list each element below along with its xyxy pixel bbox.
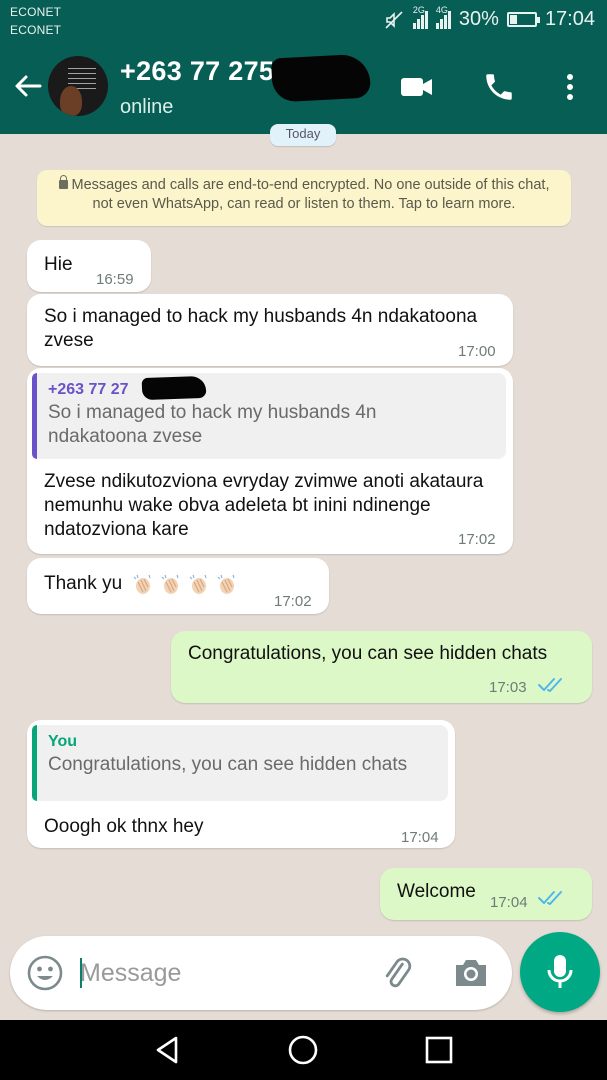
nav-back-icon[interactable] <box>152 1034 184 1066</box>
message-time: 17:00 <box>458 343 496 360</box>
quote-author: +263 77 27 <box>48 381 129 398</box>
read-receipt-icon <box>538 678 562 692</box>
message-text: Hie <box>44 254 73 275</box>
message-text: Thank yu <box>44 573 123 595</box>
microphone-icon <box>547 955 573 988</box>
clock: 17:04 <box>544 8 595 30</box>
message-bubble[interactable]: Thank yu 17:02 <box>27 558 329 614</box>
chat-header: +263 77 275 online <box>0 42 607 134</box>
quote-text: So i managed to hack my husbands 4n ndak… <box>48 402 377 447</box>
message-text: Welcome <box>397 881 476 902</box>
signal-icon-2: 4G <box>435 5 451 29</box>
signal-icon-1: 2G <box>412 5 428 29</box>
redaction-mark <box>141 375 207 401</box>
text-cursor <box>80 958 82 988</box>
message-composer <box>10 936 512 1010</box>
clapping-hands-icon <box>134 574 152 594</box>
contact-name[interactable]: +263 77 275 <box>120 56 274 87</box>
message-input[interactable] <box>80 952 370 994</box>
nav-home-icon[interactable] <box>287 1034 319 1066</box>
clapping-hands-icon <box>162 574 180 594</box>
back-arrow-icon[interactable] <box>12 70 44 102</box>
battery-percent: 30% <box>458 8 499 30</box>
quote-text: Congratulations, you can see hidden chat… <box>48 754 408 775</box>
video-call-icon[interactable] <box>398 70 436 102</box>
battery-icon <box>506 12 540 27</box>
message-bubble[interactable]: So i managed to hack my husbands 4n ndak… <box>27 294 513 366</box>
message-time: 17:02 <box>274 593 312 610</box>
message-time: 17:04 <box>401 829 439 846</box>
message-bubble[interactable]: +263 77 27 So i managed to hack my husba… <box>27 368 513 554</box>
message-bubble[interactable]: Welcome 17:04 <box>380 868 592 920</box>
message-text: So i managed to hack my husbands 4n ndak… <box>44 306 478 351</box>
emoji-icon[interactable] <box>26 954 64 992</box>
attach-icon[interactable] <box>380 956 416 992</box>
contact-status: online <box>120 96 174 118</box>
message-text: Congratulations, you can see hidden chat… <box>188 643 548 664</box>
redaction-mark <box>270 53 372 103</box>
clapping-hands-icon <box>190 574 208 594</box>
message-text-row: Thank yu <box>44 572 239 596</box>
mute-icon <box>385 10 403 29</box>
encryption-notice[interactable]: Messages and calls are end-to-end encryp… <box>37 170 571 226</box>
message-time: 16:59 <box>96 271 134 288</box>
date-chip: Today <box>270 124 336 146</box>
message-text: Ooogh ok thnx hey <box>44 816 204 837</box>
voice-record-button[interactable] <box>520 932 600 1012</box>
nav-recents-icon[interactable] <box>424 1034 454 1066</box>
quoted-message[interactable]: You Congratulations, you can see hidden … <box>32 725 448 801</box>
carrier-label-1: ECONET <box>10 5 62 19</box>
message-time: 17:03 <box>489 679 527 696</box>
system-navigation-bar <box>0 1020 607 1080</box>
message-time: 17:02 <box>458 531 496 548</box>
status-bar: ECONET ECONET 2G 4G 30% 17:04 <box>0 0 607 42</box>
quote-author: You <box>48 733 78 750</box>
clapping-hands-icon <box>218 574 236 594</box>
carrier-label-2: ECONET <box>10 23 62 37</box>
status-indicators: 2G 4G 30% 17:04 <box>383 5 595 31</box>
message-bubble[interactable]: Hie 16:59 <box>27 240 151 292</box>
encryption-text: Messages and calls are end-to-end encryp… <box>71 177 550 212</box>
chat-area[interactable]: Today Messages and calls are end-to-end … <box>0 124 607 934</box>
voice-call-icon[interactable] <box>482 70 516 104</box>
message-bubble[interactable]: Congratulations, you can see hidden chat… <box>171 631 592 703</box>
camera-icon[interactable] <box>452 956 490 990</box>
message-time: 17:04 <box>490 894 528 911</box>
message-text: Zvese ndikutozviona evryday zvimwe anoti… <box>44 471 484 540</box>
message-bubble[interactable]: You Congratulations, you can see hidden … <box>27 720 455 848</box>
read-receipt-icon <box>538 891 562 905</box>
lock-icon <box>58 175 68 189</box>
contact-avatar[interactable] <box>48 56 108 116</box>
quoted-message[interactable]: +263 77 27 So i managed to hack my husba… <box>32 373 506 459</box>
more-options-icon[interactable] <box>560 70 580 104</box>
